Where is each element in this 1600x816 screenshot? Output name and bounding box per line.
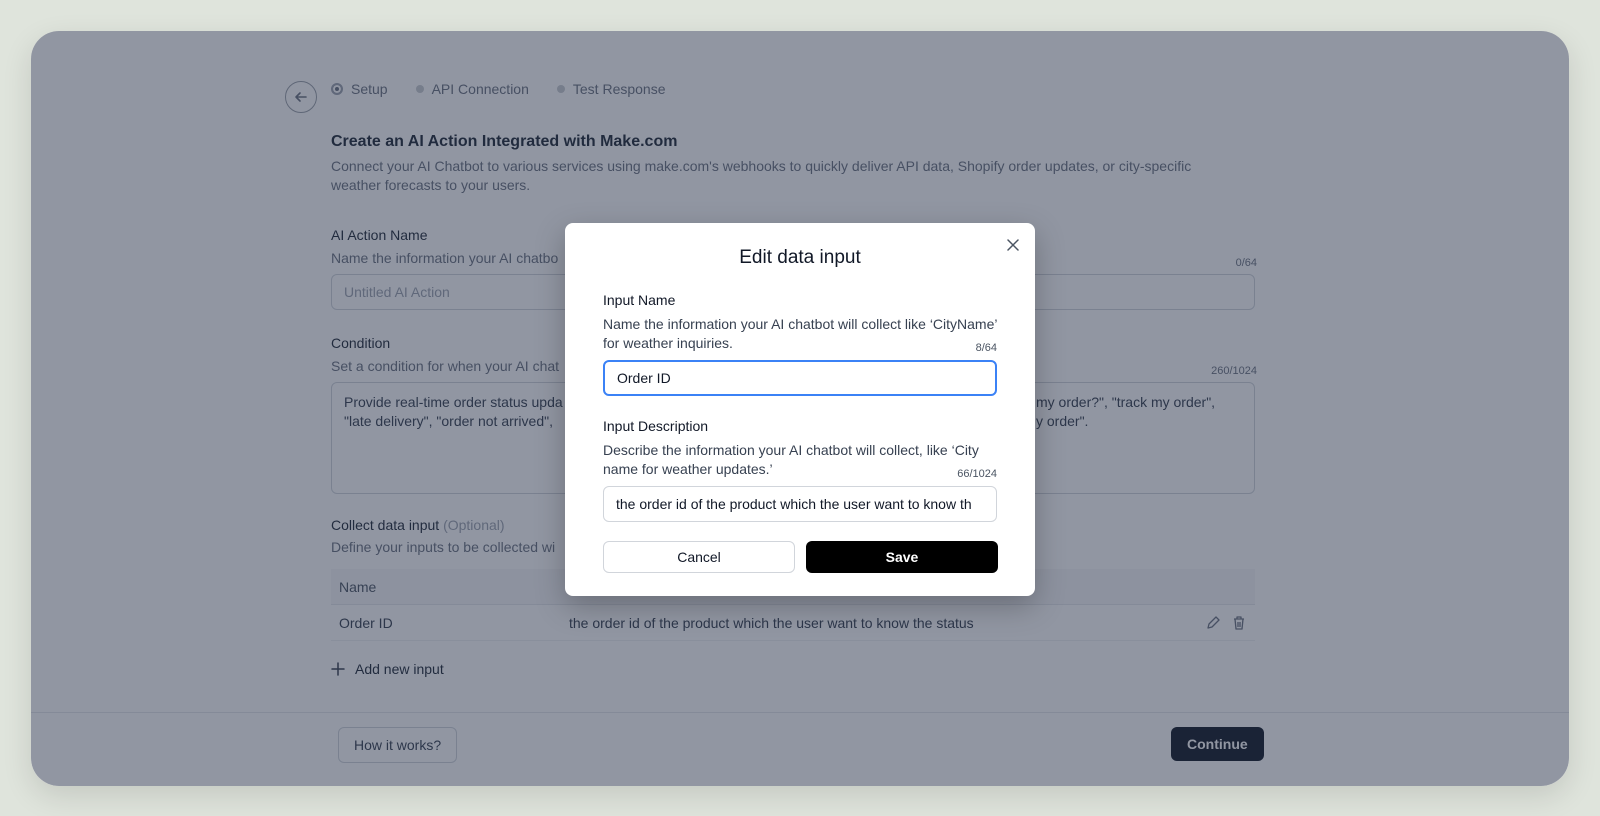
modal-title: Edit data input	[739, 247, 861, 268]
input-name-field[interactable]	[603, 360, 997, 396]
input-name-hint: Name the information your AI chatbot wil…	[603, 316, 997, 351]
input-description-field[interactable]	[603, 486, 997, 522]
input-description-label: Input Description	[603, 418, 709, 434]
cancel-button[interactable]: Cancel	[603, 541, 795, 573]
input-name-label: Input Name	[603, 292, 676, 308]
close-button[interactable]	[1003, 235, 1023, 255]
close-icon	[1007, 239, 1019, 251]
input-description-hint: Describe the information your AI chatbot…	[603, 442, 979, 477]
save-button[interactable]: Save	[806, 541, 998, 573]
input-description-count: 66/1024	[957, 468, 997, 480]
edit-data-input-modal: Edit data input Input Name Name the info…	[565, 223, 1035, 596]
input-name-count: 8/64	[975, 342, 997, 354]
